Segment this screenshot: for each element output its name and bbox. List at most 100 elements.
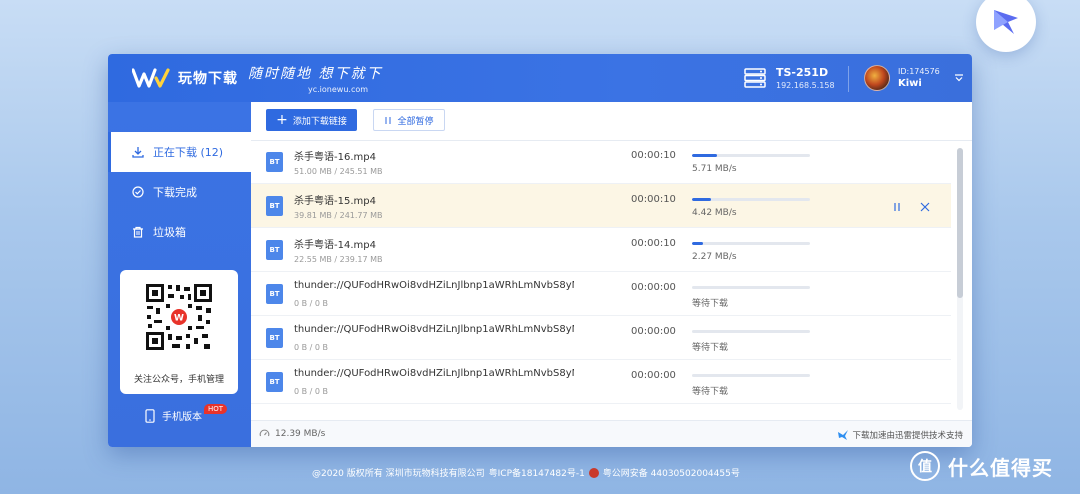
total-speed: 12.39 MB/s: [259, 428, 325, 439]
progress-bar: [692, 286, 810, 289]
slogan-url: yc.ionewu.com: [308, 85, 369, 94]
file-name: 杀手粤语-14.mp4: [294, 240, 376, 251]
assistant-bubble-icon[interactable]: [976, 0, 1036, 52]
file-size: 0 B / 0 B: [294, 387, 329, 396]
mobile-version-link[interactable]: 手机版本: [144, 408, 202, 423]
file-name: thunder://QUFodHRwOi8vdHZiLnJlbnp1aWRhLm…: [294, 324, 574, 335]
progress-bar: [692, 154, 810, 157]
main-panel: + 添加下载链接 全部暂停 BT 杀手粤语-16.mp4 51.00 MB / …: [251, 102, 972, 447]
bt-file-icon: BT: [266, 372, 283, 392]
file-name: thunder://QUFodHRwOi8vdHZiLnJlbnp1aWRhLm…: [294, 280, 574, 291]
user-profile[interactable]: ID:174576 Kiwi: [864, 65, 940, 91]
icp-text[interactable]: 粤ICP备18147482号-1: [489, 466, 585, 479]
progress-bar: [692, 374, 810, 377]
device-name: TS-251D: [776, 66, 829, 79]
app-name: 玩物下载: [178, 71, 238, 87]
bt-file-icon: BT: [266, 152, 283, 172]
plus-icon: +: [276, 112, 288, 128]
download-row[interactable]: BT 杀手粤语-14.mp4 22.55 MB / 239.17 MB 00:0…: [251, 228, 951, 272]
page-footer: @2020 版权所有 深圳市玩物科技有限公司 粤ICP备18147482号-1 …: [312, 466, 740, 479]
progress-bar: [692, 242, 810, 245]
file-name: thunder://QUFodHRwOi8vdHZiLnJlbnp1aWRhLm…: [294, 368, 574, 379]
sidebar-item-downloading[interactable]: 正在下载 (12): [108, 132, 251, 172]
thunder-credit-text: 下载加速由迅雷提供技术支持: [852, 431, 963, 441]
download-status: 2.27 MB/s: [692, 252, 737, 262]
file-size: 39.81 MB / 241.77 MB: [294, 211, 383, 220]
copyright-text: @2020 版权所有 深圳市玩物科技有限公司: [312, 469, 485, 479]
watermark: 值 什么值得买: [910, 451, 1053, 481]
close-icon[interactable]: [919, 201, 931, 213]
time-remaining: 00:00:00: [631, 282, 676, 293]
police-badge-icon: [588, 467, 599, 478]
scroll-thumb[interactable]: [957, 148, 963, 298]
chevron-down-icon[interactable]: [954, 73, 964, 83]
sidebar-item-completed[interactable]: 下载完成: [108, 172, 251, 212]
status-bar: 12.39 MB/s 下载加速由迅雷提供技术支持: [251, 420, 972, 447]
smzdm-logo-icon: 值: [910, 451, 940, 481]
add-download-link-label: 添加下载链接: [292, 116, 347, 127]
time-remaining: 00:00:00: [631, 326, 676, 337]
user-name: Kiwi: [898, 78, 922, 89]
phone-icon: [145, 408, 155, 423]
svg-text:W: W: [174, 314, 184, 324]
add-download-link-button[interactable]: + 添加下载链接: [266, 109, 357, 131]
qr-code-icon: W: [144, 282, 214, 352]
mobile-version-label: 手机版本: [162, 412, 202, 423]
device-ip: 192.168.5.158: [776, 81, 835, 90]
police-text[interactable]: 粤公网安备 44030502004455号: [603, 466, 740, 479]
check-circle-icon: [132, 186, 144, 198]
device-selector[interactable]: TS-251D 192.168.5.158: [744, 66, 835, 90]
file-size: 22.55 MB / 239.17 MB: [294, 255, 383, 264]
title-divider: [848, 66, 849, 92]
bt-file-icon: BT: [266, 284, 283, 304]
download-status: 等待下载: [692, 387, 729, 397]
sidebar-item-trash[interactable]: 垃圾箱: [108, 212, 251, 252]
sidebar: 正在下载 (12) 下载完成 垃圾箱 W 关注公众号，手机管理 手机版本 HOT: [108, 102, 251, 447]
progress-fill: [692, 154, 717, 157]
time-remaining: 00:00:10: [631, 194, 676, 205]
download-status: 4.42 MB/s: [692, 208, 737, 218]
pause-icon[interactable]: [891, 201, 903, 213]
user-id: ID:174576: [898, 67, 940, 76]
time-remaining: 00:00:10: [631, 238, 676, 249]
thunder-credit: 下载加速由迅雷提供技术支持: [838, 429, 963, 441]
toolbar: + 添加下载链接 全部暂停: [251, 102, 972, 141]
file-size: 0 B / 0 B: [294, 299, 329, 308]
app-logo[interactable]: 玩物下载: [132, 66, 238, 90]
bt-file-icon: BT: [266, 240, 283, 260]
progress-bar: [692, 330, 810, 333]
download-list: BT 杀手粤语-16.mp4 51.00 MB / 245.51 MB 00:0…: [251, 140, 951, 416]
download-row[interactable]: BT thunder://QUFodHRwOi8vdHZiLnJlbnp1aWR…: [251, 316, 951, 360]
pause-icon: [385, 116, 391, 124]
app-window: 玩物下载 随时随地 想下就下 yc.ionewu.com TS-251D 192…: [108, 54, 972, 447]
avatar: [864, 65, 890, 91]
time-remaining: 00:00:10: [631, 150, 676, 161]
bt-file-icon: BT: [266, 196, 283, 216]
row-actions: [891, 201, 931, 213]
download-status: 等待下载: [692, 299, 729, 309]
speedometer-icon: [259, 429, 270, 437]
download-status: 等待下载: [692, 343, 729, 353]
file-name: 杀手粤语-16.mp4: [294, 152, 376, 163]
download-row[interactable]: BT 杀手粤语-15.mp4 39.81 MB / 241.77 MB 00:0…: [251, 184, 951, 228]
scrollbar[interactable]: [957, 148, 963, 410]
nas-server-icon: [744, 68, 766, 88]
progress-bar: [692, 198, 810, 201]
file-name: 杀手粤语-15.mp4: [294, 196, 376, 207]
bt-file-icon: BT: [266, 328, 283, 348]
title-bar: 玩物下载 随时随地 想下就下 yc.ionewu.com TS-251D 192…: [108, 54, 972, 102]
time-remaining: 00:00:00: [631, 370, 676, 381]
slogan: 随时随地 想下就下 yc.ionewu.com: [248, 63, 382, 94]
download-row[interactable]: BT 杀手粤语-16.mp4 51.00 MB / 245.51 MB 00:0…: [251, 140, 951, 184]
thunder-bird-icon: [838, 430, 849, 440]
file-size: 0 B / 0 B: [294, 343, 329, 352]
progress-fill: [692, 198, 711, 201]
download-row[interactable]: BT thunder://QUFodHRwOi8vdHZiLnJlbnp1aWR…: [251, 360, 951, 404]
file-size: 51.00 MB / 245.51 MB: [294, 167, 383, 176]
pause-all-button[interactable]: 全部暂停: [373, 109, 445, 131]
download-row[interactable]: BT thunder://QUFodHRwOi8vdHZiLnJlbnp1aWR…: [251, 272, 951, 316]
trash-icon: [133, 226, 143, 238]
sidebar-item-label: 正在下载 (12): [153, 146, 224, 159]
sidebar-item-label: 垃圾箱: [153, 226, 186, 239]
sidebar-item-label: 下载完成: [153, 186, 197, 199]
